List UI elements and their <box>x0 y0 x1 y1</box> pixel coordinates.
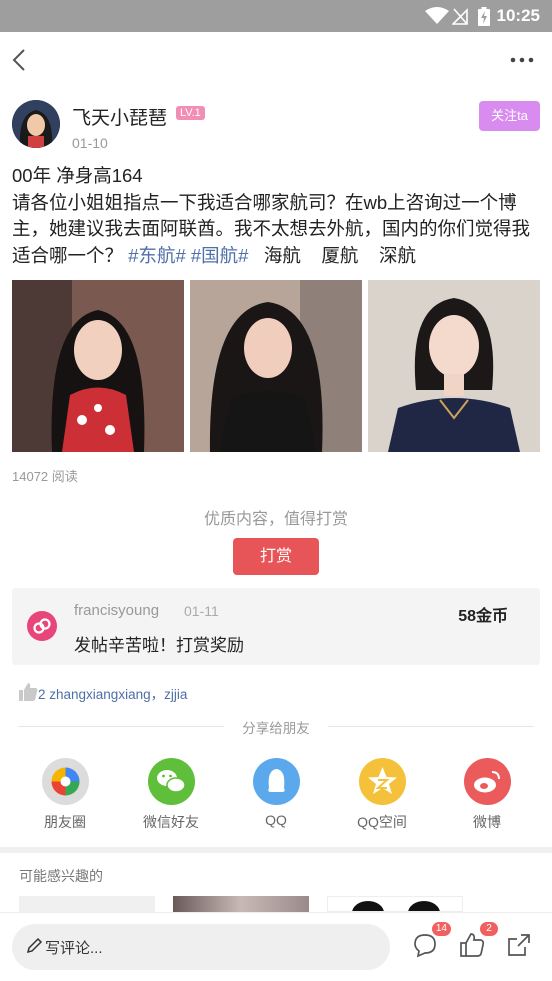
share-weibo[interactable]: 微博 <box>437 758 537 832</box>
share-qzone[interactable]: QQ空间 <box>332 758 432 832</box>
recommend-card[interactable] <box>19 896 155 912</box>
post-photo[interactable] <box>368 280 540 452</box>
comments-button[interactable]: 14 <box>411 922 451 961</box>
reward-user-name[interactable]: francisyoung <box>74 602 159 619</box>
reward-prompt: 优质内容，值得打赏 <box>203 511 348 528</box>
wifi-icon <box>425 7 449 24</box>
post-photo[interactable] <box>190 280 362 452</box>
post-date: 01-10 <box>72 135 108 151</box>
share-label: 微博 <box>473 814 501 830</box>
level-badge: LV.1 <box>176 106 205 120</box>
comment-count-badge: 14 <box>431 922 451 936</box>
status-time: 10:25 <box>496 6 540 25</box>
share-qq[interactable]: QQ <box>226 758 326 828</box>
share-moments[interactable]: 朋友圈 <box>15 758 115 832</box>
share-label: 朋友圈 <box>44 814 86 830</box>
read-count: 14072 阅读 <box>12 469 78 484</box>
recommend-card[interactable] <box>173 896 309 912</box>
reward-button[interactable]: 打赏 <box>233 538 319 575</box>
photo-grid <box>12 280 542 452</box>
reward-user-avatar <box>27 611 57 641</box>
thumbs-up-icon <box>460 933 485 957</box>
bottom-action-bar: 写评论... 14 2 <box>0 912 552 981</box>
link-icon <box>33 618 51 634</box>
post-content: 00年 净身高164 请各位小姐姐指点一下我适合哪家航司？在wb上咨询过一个博主… <box>12 163 542 269</box>
reward-date: 01-11 <box>184 603 219 619</box>
comment-placeholder: 写评论... <box>45 940 103 957</box>
post-photo[interactable] <box>12 280 184 452</box>
weibo-icon <box>463 758 511 805</box>
pencil-icon <box>26 937 43 954</box>
moments-icon <box>41 758 89 805</box>
recommend-card[interactable] <box>327 896 463 912</box>
divider <box>328 726 534 727</box>
hashtag-link[interactable]: #国航# <box>191 245 249 266</box>
qzone-icon <box>358 758 406 805</box>
top-nav-bar <box>0 32 552 88</box>
comment-input[interactable]: 写评论... <box>12 924 390 970</box>
more-dots-icon <box>510 57 534 63</box>
recommend-title: 可能感兴趣的 <box>19 868 103 884</box>
wechat-icon <box>147 758 195 805</box>
follow-button[interactable]: 关注ta <box>479 101 540 131</box>
hashtag-link[interactable]: #东航# <box>128 245 186 266</box>
avatar-image <box>12 100 60 148</box>
like-button[interactable]: 2 <box>458 922 498 961</box>
reward-record: francisyoung 01-11 58金币 发帖辛苦啦！打赏奖励 <box>12 588 540 665</box>
like-count-badge: 2 <box>480 922 498 936</box>
author-avatar[interactable] <box>12 100 60 148</box>
qq-icon <box>252 758 300 805</box>
post-first-line: 00年 净身高164 <box>12 165 143 186</box>
author-row: 飞天小琵琶 LV.1 01-10 关注ta <box>0 96 552 156</box>
thumbs-up-icon <box>19 683 38 701</box>
reward-message: 发帖辛苦啦！打赏奖励 <box>74 636 244 655</box>
chevron-left-icon <box>12 49 25 71</box>
share-label: 微信好友 <box>143 814 199 830</box>
share-wechat[interactable]: 微信好友 <box>121 758 221 832</box>
back-button[interactable] <box>8 46 36 74</box>
battery-charging-icon <box>478 7 490 26</box>
share-label: QQ <box>265 812 287 828</box>
liked-by-names[interactable]: 2 zhangxiangxiang，zjjia <box>38 683 187 703</box>
signal-off-icon <box>452 8 468 25</box>
share-label: QQ空间 <box>357 814 407 830</box>
more-options-button[interactable] <box>508 46 536 74</box>
share-icon <box>508 934 530 956</box>
post-tail: 海航 厦航 深航 <box>253 244 416 266</box>
author-name[interactable]: 飞天小琵琶 <box>72 103 167 130</box>
share-title: 分享给朋友 <box>242 721 310 736</box>
status-bar: 10:25 <box>0 0 552 32</box>
section-divider <box>0 847 552 853</box>
reward-coins: 58金币 <box>458 608 508 625</box>
share-button[interactable] <box>505 931 535 961</box>
